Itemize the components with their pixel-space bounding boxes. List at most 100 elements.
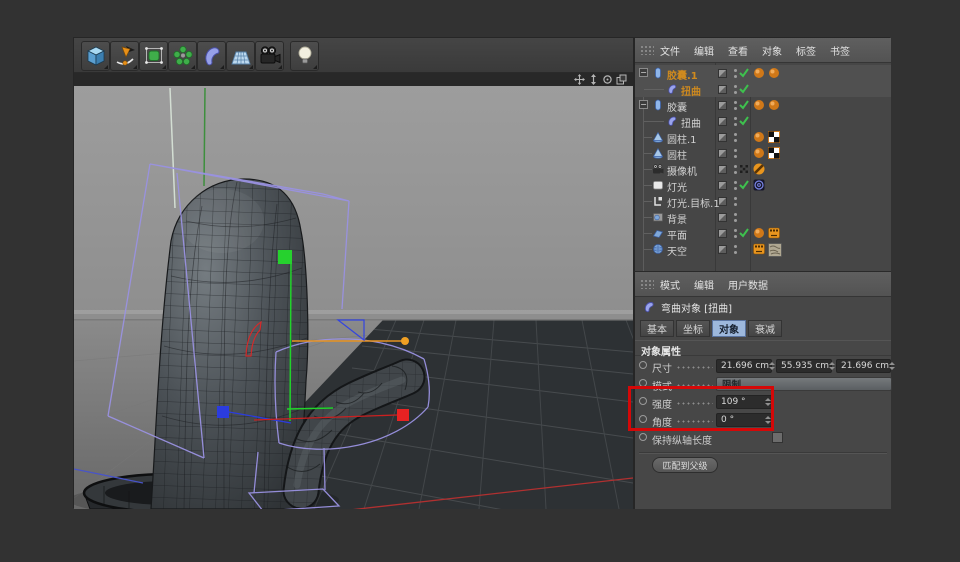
enabled-check-icon[interactable] (739, 116, 749, 126)
keep-length-checkbox[interactable] (772, 432, 783, 443)
visibility-dots[interactable] (734, 133, 738, 142)
camera-tool-button[interactable] (255, 41, 284, 71)
visibility-dots[interactable] (734, 213, 738, 222)
3d-viewport[interactable] (74, 86, 633, 509)
tree-row-light-target[interactable]: 灯光.目标.1 (635, 193, 891, 209)
size-x-field[interactable]: 21.696 cm (716, 359, 772, 373)
tree-row-background[interactable]: 背景 (635, 209, 891, 225)
visibility-dots[interactable] (734, 117, 738, 126)
tree-row-plane[interactable]: 平面 (635, 225, 891, 241)
stepper[interactable] (769, 362, 775, 370)
visibility-dots[interactable] (734, 197, 738, 206)
stepper[interactable] (829, 362, 835, 370)
visibility-dots[interactable] (734, 229, 738, 238)
tree-row-light[interactable]: 灯光 (635, 177, 891, 193)
layer-chip[interactable] (718, 133, 727, 142)
visibility-dots[interactable] (734, 165, 738, 174)
dolly-icon[interactable] (588, 74, 599, 85)
menu-edit[interactable]: 编辑 (694, 43, 714, 58)
size-z-field[interactable]: 21.696 cm (836, 359, 891, 373)
stepper[interactable] (889, 362, 895, 370)
menu-bookmark[interactable]: 书签 (830, 43, 850, 58)
material-tag[interactable] (753, 67, 765, 79)
compositing-tag[interactable] (753, 243, 765, 255)
menu-object[interactable]: 对象 (762, 43, 782, 58)
layer-chip[interactable] (718, 101, 727, 110)
layer-chip[interactable] (718, 117, 727, 126)
material-tag[interactable] (768, 99, 780, 111)
menu-view[interactable]: 查看 (728, 43, 748, 58)
tab-basic[interactable]: 基本 (640, 320, 674, 337)
bend-deformer-button[interactable] (197, 41, 226, 71)
size-y-field[interactable]: 55.935 cm (776, 359, 832, 373)
z-axis-handle[interactable] (217, 406, 229, 418)
visibility-dots[interactable] (734, 245, 738, 254)
enabled-check-icon[interactable] (739, 100, 749, 110)
visibility-dots[interactable] (734, 149, 738, 158)
layer-chip[interactable] (718, 85, 727, 94)
menu-userdata[interactable]: 用户数据 (728, 277, 768, 292)
tab-object[interactable]: 对象 (712, 320, 746, 337)
enabled-check-icon[interactable] (739, 68, 749, 78)
menu-mode[interactable]: 模式 (660, 277, 680, 292)
layer-chip[interactable] (718, 245, 727, 254)
menu-file[interactable]: 文件 (660, 43, 680, 58)
light-tool-button[interactable] (290, 41, 319, 71)
panel-drag-handle-icon[interactable] (640, 45, 654, 55)
target-tag[interactable] (753, 179, 765, 191)
collapse-toggle[interactable]: − (639, 100, 648, 109)
tree-row-capsule1[interactable]: − 胶囊.1 (635, 65, 891, 81)
protection-tag[interactable] (753, 163, 765, 175)
enabled-check-icon[interactable] (739, 180, 749, 190)
visibility-dots[interactable] (734, 85, 738, 94)
maximize-icon[interactable] (616, 74, 627, 85)
tab-coordinates[interactable]: 坐标 (676, 320, 710, 337)
tree-row-cylinder1[interactable]: 圆柱.1 (635, 129, 891, 145)
x-axis-handle[interactable] (397, 409, 409, 421)
pan-icon[interactable] (574, 74, 585, 85)
tree-row-camera[interactable]: 摄像机 (635, 161, 891, 177)
texture-tag[interactable] (768, 243, 782, 257)
floor-environment-button[interactable] (226, 41, 255, 71)
visibility-dots[interactable] (734, 69, 738, 78)
active-camera-toggle-icon[interactable] (739, 164, 749, 174)
layer-chip[interactable] (718, 69, 727, 78)
layer-chip[interactable] (718, 149, 727, 158)
tree-row-cylinder[interactable]: 圆柱 (635, 145, 891, 161)
layer-chip[interactable] (718, 229, 727, 238)
array-generator-button[interactable] (168, 41, 197, 71)
enabled-check-icon[interactable] (739, 228, 749, 238)
tree-row-bend2[interactable]: 扭曲 (635, 113, 891, 129)
uvw-tag[interactable] (768, 147, 780, 159)
uvw-tag[interactable] (768, 131, 780, 143)
layer-chip[interactable] (718, 165, 727, 174)
tree-row-sky[interactable]: 天空 (635, 241, 891, 257)
visibility-dots[interactable] (734, 101, 738, 110)
bend-strength-grip[interactable] (401, 337, 409, 345)
tree-row-capsule[interactable]: − 胶囊 (635, 97, 891, 113)
tree-row-bend1[interactable]: 扭曲 (635, 81, 891, 97)
layer-chip[interactable] (718, 197, 727, 206)
cube-tool-button[interactable] (81, 41, 110, 71)
rotate-icon[interactable] (602, 74, 613, 85)
enabled-check-icon[interactable] (739, 84, 749, 94)
menu-tag[interactable]: 标签 (796, 43, 816, 58)
panel-drag-handle-icon[interactable] (640, 279, 654, 289)
y-axis-handle[interactable] (278, 250, 292, 264)
keyframe-dot-icon[interactable] (639, 433, 647, 441)
material-tag[interactable] (753, 227, 765, 239)
keyframe-dot-icon[interactable] (639, 361, 647, 369)
material-tag[interactable] (768, 67, 780, 79)
match-to-parent-button[interactable]: 匹配到父级 (652, 457, 718, 473)
layer-chip[interactable] (718, 213, 727, 222)
visibility-dots[interactable] (734, 181, 738, 190)
menu-edit[interactable]: 编辑 (694, 277, 714, 292)
compositing-tag[interactable] (768, 227, 780, 239)
tab-falloff[interactable]: 衰减 (748, 320, 782, 337)
pen-tool-button[interactable] (110, 41, 139, 71)
layer-chip[interactable] (718, 181, 727, 190)
subdivision-surface-button[interactable] (139, 41, 168, 71)
material-tag[interactable] (753, 99, 765, 111)
collapse-toggle[interactable]: − (639, 68, 648, 77)
material-tag[interactable] (753, 147, 765, 159)
